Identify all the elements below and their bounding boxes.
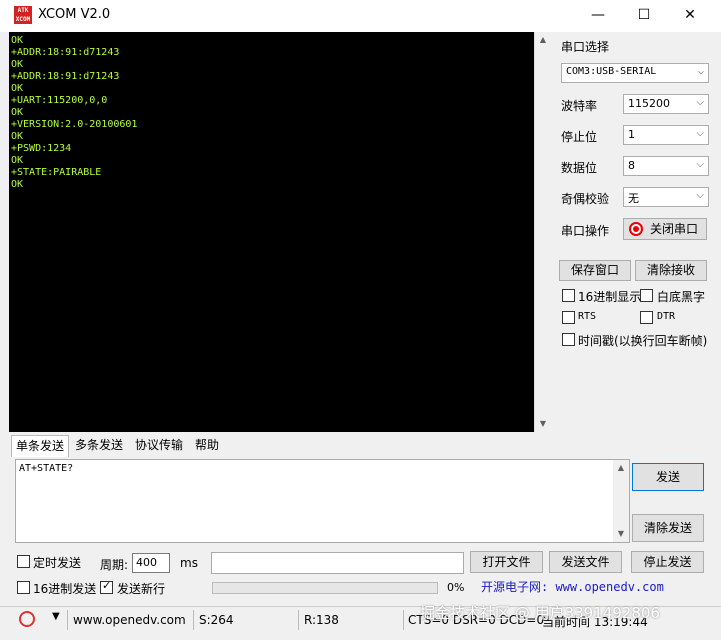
status-url[interactable]: www.openedv.com — [73, 613, 186, 627]
timestamp-checkbox[interactable] — [562, 333, 575, 346]
site-banner-link[interactable]: 开源电子网: www.openedv.com — [481, 578, 664, 595]
baud-label: 波特率 — [561, 99, 598, 113]
minimize-button[interactable]: — — [575, 0, 621, 32]
title-bar: ATK XCOM XCOM V2.0 — ☐ ✕ — [0, 0, 721, 32]
hex-send-checkbox[interactable] — [17, 581, 30, 594]
send-scrollbar[interactable]: ▲ ▼ — [613, 460, 629, 542]
period-unit: ms — [180, 556, 198, 570]
close-port-button[interactable]: 关闭串口 — [623, 218, 707, 240]
baud-value: 115200 — [628, 97, 670, 110]
clear-send-button[interactable]: 清除发送 — [632, 514, 704, 542]
rts-label: RTS — [578, 311, 597, 322]
white-black-label: 白底黑字 — [657, 290, 706, 304]
save-window-button[interactable]: 保存窗口 — [559, 260, 631, 281]
hex-display-checkbox[interactable] — [562, 289, 575, 302]
scroll-down-icon[interactable]: ▼ — [535, 416, 551, 432]
receive-textarea[interactable]: OK +ADDR:18:91:d71243 OK +ADDR:18:91:d71… — [9, 32, 534, 432]
tab-protocol[interactable]: 协议传输 — [131, 435, 187, 457]
chevron-down-icon: ⌵ — [696, 97, 704, 108]
period-label: 周期: — [100, 558, 129, 572]
status-send-count: S:264 — [199, 613, 234, 627]
baud-select[interactable]: 115200 ⌵ — [623, 94, 709, 114]
scroll-up-icon[interactable]: ▲ — [535, 32, 551, 48]
period-input[interactable]: 400 — [132, 553, 170, 573]
port-op-label: 串口操作 — [561, 224, 610, 238]
timestamp-label: 时间戳(以换行回车断帧) — [578, 334, 708, 348]
parity-label: 奇偶校验 — [561, 192, 610, 206]
hex-display-label: 16进制显示 — [578, 290, 642, 304]
data-bits-value: 8 — [628, 159, 635, 172]
send-file-button[interactable]: 发送文件 — [549, 551, 622, 573]
parity-select[interactable]: 无 ⌵ — [623, 187, 709, 207]
newline-send-checkbox[interactable] — [100, 579, 113, 594]
scroll-up-icon[interactable]: ▲ — [613, 460, 629, 476]
stop-bits-value: 1 — [628, 128, 635, 141]
window-title: XCOM V2.0 — [38, 7, 111, 22]
port-value: COM3:USB-SERIAL — [566, 66, 657, 77]
maximize-button[interactable]: ☐ — [621, 0, 667, 32]
app-logo-icon: ATK XCOM — [14, 6, 32, 24]
open-file-button[interactable]: 打开文件 — [470, 551, 543, 573]
tab-multi-send[interactable]: 多条发送 — [71, 435, 127, 457]
port-label: 串口选择 — [561, 40, 610, 54]
record-icon — [629, 222, 643, 236]
chevron-down-icon: ⌵ — [696, 159, 704, 170]
stop-send-button[interactable]: 停止发送 — [631, 551, 704, 573]
file-path-field[interactable] — [211, 552, 464, 574]
timed-send-checkbox[interactable] — [17, 555, 30, 568]
parity-value: 无 — [628, 192, 639, 205]
receive-scrollbar[interactable]: ▲ ▼ — [534, 32, 550, 432]
data-bits-select[interactable]: 8 ⌵ — [623, 156, 709, 176]
chevron-down-icon: ⌵ — [696, 190, 704, 201]
rts-checkbox[interactable] — [562, 311, 575, 324]
watermark: 掘金技术社区 @ 用户3391492806 — [420, 604, 660, 622]
white-black-checkbox[interactable] — [640, 289, 653, 302]
scroll-down-icon[interactable]: ▼ — [613, 526, 629, 542]
newline-send-label: 发送新行 — [117, 582, 166, 596]
tab-single-send[interactable]: 单条发送 — [11, 435, 70, 457]
stop-bits-select[interactable]: 1 ⌵ — [623, 125, 709, 145]
send-button[interactable]: 发送 — [632, 463, 704, 491]
dropdown-arrow-icon[interactable]: ▼ — [52, 611, 60, 622]
tab-help[interactable]: 帮助 — [191, 435, 223, 457]
data-bits-label: 数据位 — [561, 161, 598, 175]
timed-send-label: 定时发送 — [33, 556, 82, 570]
stop-bits-label: 停止位 — [561, 130, 598, 144]
send-textarea[interactable]: AT+STATE? — [15, 459, 630, 543]
dtr-label: DTR — [657, 311, 676, 322]
status-recv-count: R:138 — [304, 613, 339, 627]
settings-icon[interactable] — [19, 611, 35, 627]
close-port-label: 关闭串口 — [649, 222, 698, 236]
dtr-checkbox[interactable] — [640, 311, 653, 324]
chevron-down-icon: ⌵ — [696, 128, 704, 139]
clear-receive-button[interactable]: 清除接收 — [635, 260, 707, 281]
close-button[interactable]: ✕ — [667, 0, 713, 32]
hex-send-label: 16进制发送 — [33, 582, 97, 596]
port-select[interactable]: COM3:USB-SERIAL ⌵ — [561, 63, 709, 83]
chevron-down-icon: ⌵ — [697, 66, 704, 77]
send-progress-bar — [212, 582, 438, 594]
progress-text: 0% — [447, 581, 465, 594]
